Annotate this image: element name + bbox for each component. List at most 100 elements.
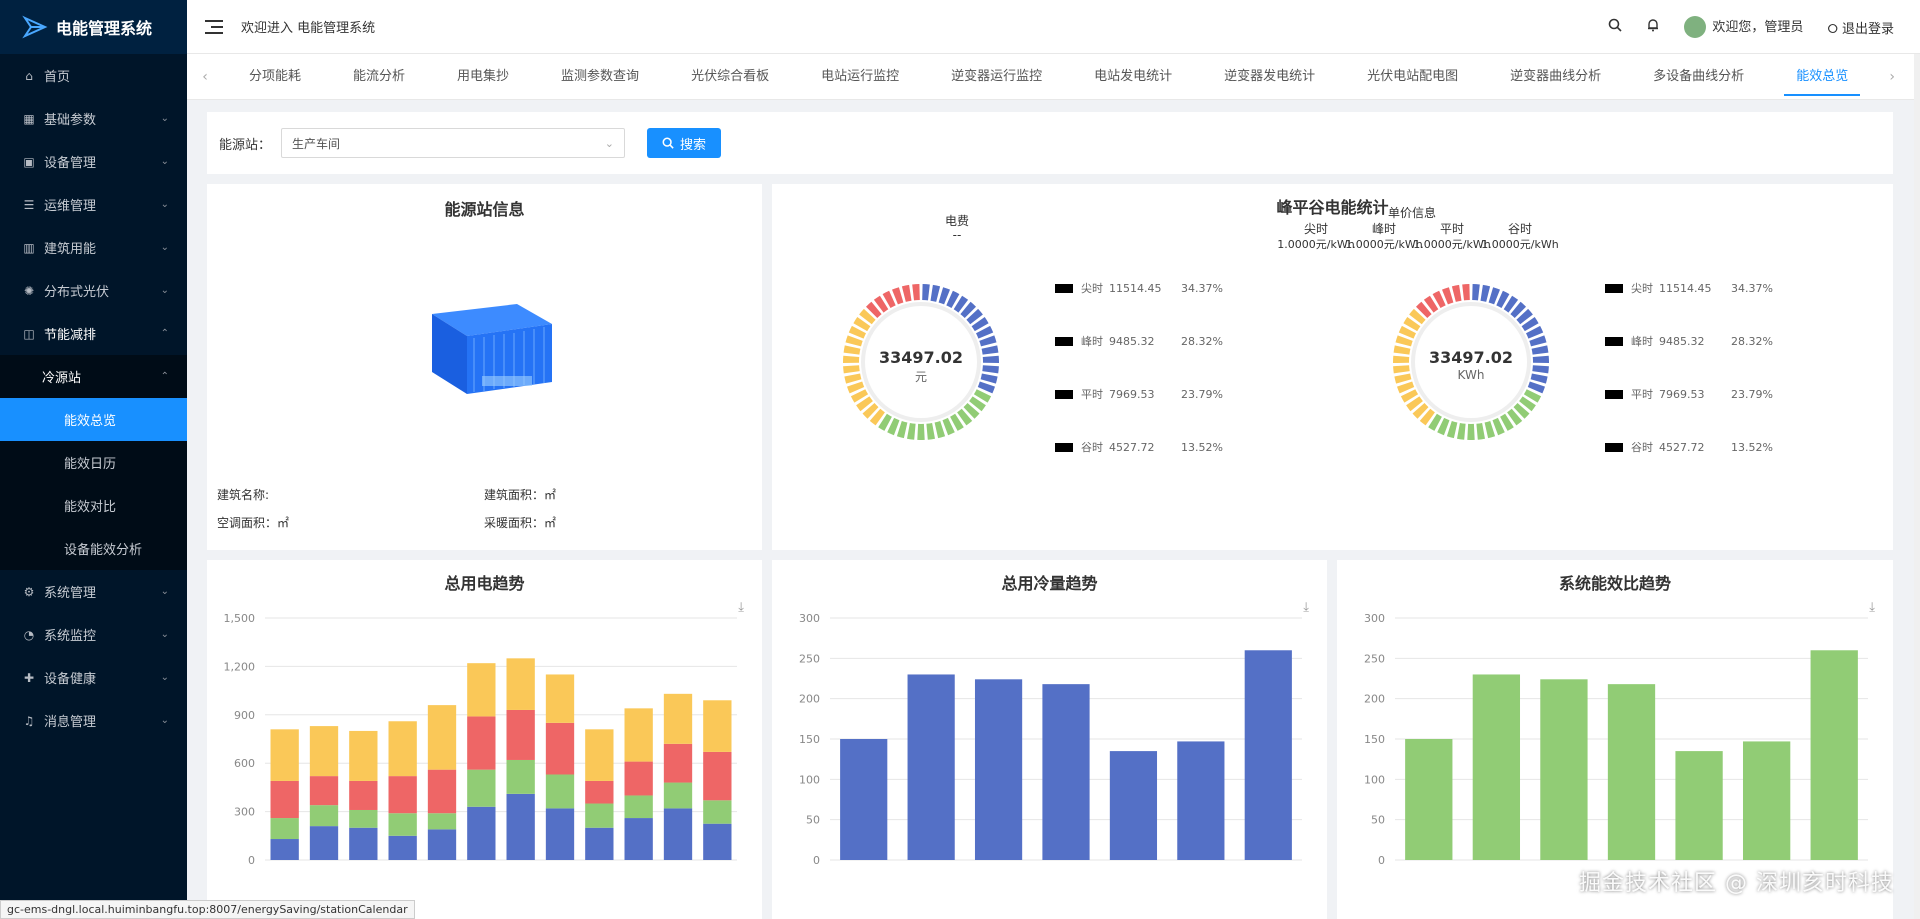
sidebar-item-0[interactable]: 能效总览 <box>0 398 187 441</box>
tab-item[interactable]: 逆变器曲线分析 <box>1484 54 1627 100</box>
bar[interactable] <box>907 674 955 860</box>
bar-segment[interactable] <box>467 769 496 807</box>
sidebar-item[interactable]: ♫ 消息管理 ⌄ <box>0 699 187 742</box>
sidebar-item[interactable]: ◫ 节能减排 ⌃ <box>0 312 187 355</box>
bar-segment[interactable] <box>585 780 614 804</box>
menu-toggle-icon[interactable] <box>205 19 223 34</box>
bar-segment[interactable] <box>349 730 378 781</box>
bar-segment[interactable] <box>427 829 457 860</box>
bar-segment[interactable] <box>309 726 339 777</box>
bar-segment[interactable] <box>624 761 653 796</box>
logout-button[interactable]: ⭘ 退出登录 <box>1827 18 1894 37</box>
bar[interactable] <box>840 739 888 860</box>
bar-segment[interactable] <box>585 729 614 781</box>
bar-segment[interactable] <box>506 709 535 760</box>
legend-row[interactable]: 平时 7969.53 23.79% <box>1605 386 1773 402</box>
bar-segment[interactable] <box>545 774 575 809</box>
bar[interactable] <box>1042 684 1090 860</box>
bar[interactable] <box>1675 751 1723 860</box>
search-button[interactable]: 搜索 <box>647 128 722 158</box>
bar[interactable] <box>1472 674 1521 860</box>
bar-segment[interactable] <box>545 808 575 860</box>
tab-item[interactable]: 光伏综合看板 <box>665 54 795 100</box>
bar-segment[interactable] <box>467 716 496 770</box>
bar-segment[interactable] <box>663 693 693 744</box>
tab-item[interactable]: 能效总览 <box>1770 54 1874 100</box>
legend-row[interactable]: 峰时 9485.32 28.32% <box>1055 333 1223 349</box>
sidebar-item[interactable]: ▦ 基础参数 ⌄ <box>0 97 187 140</box>
bar[interactable] <box>1177 741 1225 860</box>
bar-segment[interactable] <box>427 769 457 814</box>
bar-segment[interactable] <box>349 827 378 860</box>
tab-item[interactable]: 能流分析 <box>327 54 431 100</box>
page-scrollbar[interactable] <box>1914 54 1920 919</box>
tab-item[interactable]: 监测参数查询 <box>535 54 665 100</box>
bar-segment[interactable] <box>703 700 732 752</box>
bar-segment[interactable] <box>585 803 614 828</box>
bar-segment[interactable] <box>270 780 299 819</box>
sidebar-item[interactable]: ▥ 建筑用能 ⌄ <box>0 226 187 269</box>
bar[interactable] <box>1540 679 1588 860</box>
bar-segment[interactable] <box>427 813 457 830</box>
bar-segment[interactable] <box>703 751 732 801</box>
sidebar-item-1[interactable]: 能效日历 <box>0 441 187 484</box>
sidebar-item[interactable]: ⚙ 系统管理 ⌄ <box>0 570 187 613</box>
bell-icon[interactable] <box>1646 18 1660 36</box>
sidebar-item[interactable]: ☰ 运维管理 ⌄ <box>0 183 187 226</box>
bar-segment[interactable] <box>506 759 535 794</box>
sidebar-item[interactable]: ⌂ 首页 <box>0 54 187 97</box>
bar-segment[interactable] <box>270 839 299 860</box>
sidebar-item[interactable]: ✺ 分布式光伏 ⌄ <box>0 269 187 312</box>
sidebar-item-cold-station[interactable]: 冷源站 ⌃ <box>0 355 187 398</box>
bar-segment[interactable] <box>349 809 378 828</box>
bar[interactable] <box>1742 741 1791 860</box>
bar-segment[interactable] <box>506 658 535 710</box>
legend-row[interactable]: 谷时 4527.72 13.52% <box>1605 439 1773 455</box>
sidebar-item[interactable]: ▣ 设备管理 ⌄ <box>0 140 187 183</box>
bar-segment[interactable] <box>270 818 299 840</box>
bar[interactable] <box>1244 650 1292 860</box>
bar[interactable] <box>1607 684 1656 860</box>
bar-segment[interactable] <box>585 827 614 860</box>
bar-segment[interactable] <box>624 795 653 819</box>
search-icon[interactable] <box>1608 18 1622 36</box>
tab-next-icon[interactable]: › <box>1874 69 1910 85</box>
bar-segment[interactable] <box>388 721 417 777</box>
user-greeting[interactable]: 欢迎您，管理员 <box>1684 16 1803 39</box>
bar-segment[interactable] <box>506 793 535 860</box>
bar-segment[interactable] <box>545 674 575 723</box>
tab-item[interactable]: 逆变器发电统计 <box>1198 54 1341 100</box>
legend-row[interactable]: 尖时 11514.45 34.37% <box>1055 280 1223 296</box>
bar-segment[interactable] <box>663 808 693 860</box>
tab-item[interactable]: 多设备曲线分析 <box>1627 54 1770 100</box>
bar-segment[interactable] <box>427 705 457 770</box>
tab-item[interactable]: 光伏电站配电图 <box>1341 54 1484 100</box>
tab-item[interactable]: 电站发电统计 <box>1068 54 1198 100</box>
tab-item[interactable]: 电站运行监控 <box>795 54 925 100</box>
bar-segment[interactable] <box>467 663 496 717</box>
bar-segment[interactable] <box>703 800 732 824</box>
bar-segment[interactable] <box>624 818 653 860</box>
logo[interactable]: 电能管理系统 <box>0 0 187 54</box>
sidebar-item-2[interactable]: 能效对比 <box>0 484 187 527</box>
bar[interactable] <box>1405 739 1453 860</box>
bar-segment[interactable] <box>309 776 339 806</box>
station-select[interactable]: 生产车间 ⌄ <box>281 128 626 158</box>
bar-segment[interactable] <box>388 835 417 860</box>
bar-segment[interactable] <box>624 708 653 762</box>
tab-item[interactable]: 逆变器运行监控 <box>925 54 1068 100</box>
legend-row[interactable]: 尖时 11514.45 34.37% <box>1605 280 1773 296</box>
bar-segment[interactable] <box>703 823 732 860</box>
tab-item[interactable]: 用电集抄 <box>431 54 535 100</box>
bar-segment[interactable] <box>663 782 693 809</box>
bar-segment[interactable] <box>388 776 417 814</box>
bar-segment[interactable] <box>349 780 378 810</box>
bar-segment[interactable] <box>270 729 299 781</box>
bar[interactable] <box>1810 650 1858 860</box>
bar[interactable] <box>974 679 1023 860</box>
legend-row[interactable]: 峰时 9485.32 28.32% <box>1605 333 1773 349</box>
bar-segment[interactable] <box>663 743 693 783</box>
legend-row[interactable]: 谷时 4527.72 13.52% <box>1055 439 1223 455</box>
bar-segment[interactable] <box>309 805 339 827</box>
bar-segment[interactable] <box>467 806 496 860</box>
